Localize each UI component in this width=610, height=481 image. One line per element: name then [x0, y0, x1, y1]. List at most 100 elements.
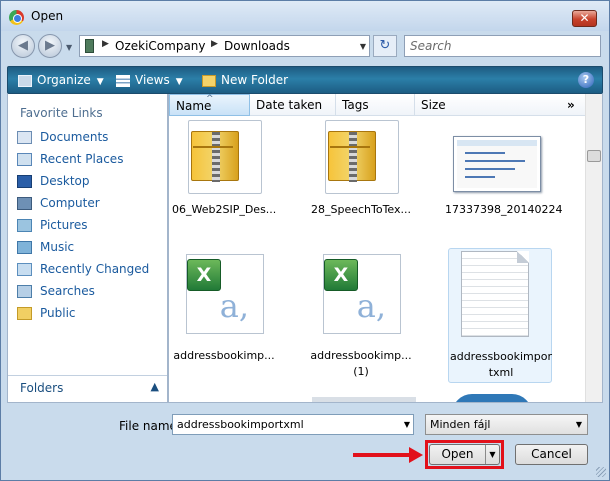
- column-header-name[interactable]: ^ Name: [169, 94, 250, 116]
- sidebar-item-recent-places[interactable]: Recent Places: [16, 150, 164, 170]
- sidebar-item-label: Desktop: [40, 174, 90, 188]
- chevron-down-icon: ▼: [575, 420, 582, 429]
- folder-icon: [85, 39, 94, 53]
- open-button-label[interactable]: Open: [430, 445, 485, 464]
- new-folder-label: New Folder: [221, 73, 289, 87]
- sidebar-item-music[interactable]: Music: [16, 238, 164, 258]
- breadcrumb-separator-icon[interactable]: ▶: [102, 39, 109, 49]
- file-item[interactable]: X a, addressbookimp...: [172, 254, 276, 389]
- address-bar[interactable]: ▶ OzekiCompany ▶ Downloads ▼: [79, 35, 370, 57]
- sidebar-item-label: Pictures: [40, 218, 88, 232]
- pictures-icon: [17, 219, 32, 232]
- chevron-up-icon[interactable]: ▲: [151, 380, 159, 393]
- close-button[interactable]: ✕: [572, 10, 597, 27]
- file-name: 28_SpeechToTex...: [310, 203, 412, 216]
- refresh-button[interactable]: ↻: [373, 35, 397, 57]
- help-button[interactable]: ?: [578, 72, 594, 88]
- new-folder-icon: [202, 74, 216, 87]
- organize-icon: [18, 74, 32, 87]
- vertical-scrollbar[interactable]: [585, 94, 602, 402]
- views-label: Views: [135, 73, 170, 87]
- file-type-select[interactable]: Minden fájl ▼: [425, 414, 588, 435]
- file-name: addressbookimp... (1): [310, 349, 412, 378]
- window-title: Open: [31, 9, 64, 23]
- views-button[interactable]: Views ▼: [116, 67, 183, 93]
- sidebar-item-desktop[interactable]: Desktop: [16, 172, 164, 192]
- chrome-icon: [9, 10, 24, 25]
- command-bar: Organize ▼ Views ▼ New Folder ?: [7, 66, 603, 94]
- file-type-value: Minden fájl: [430, 418, 491, 431]
- back-button[interactable]: ◀: [11, 34, 35, 58]
- breadcrumb-separator-icon[interactable]: ▶: [211, 39, 218, 49]
- column-header-date-taken[interactable]: Date taken: [250, 94, 336, 116]
- sidebar-item-label: Documents: [40, 130, 109, 144]
- sidebar-item-computer[interactable]: Computer: [16, 194, 164, 214]
- computer-icon: [17, 197, 32, 210]
- column-header-tags[interactable]: Tags: [336, 94, 415, 116]
- chevron-down-icon[interactable]: ▼: [404, 420, 410, 429]
- breadcrumb-ozekicompany[interactable]: OzekiCompany: [115, 39, 206, 53]
- folders-toggle-bar[interactable]: Folders ▲: [8, 375, 167, 402]
- file-item[interactable]: 17337398_20140224: [445, 118, 563, 253]
- address-row: ◀ ▶ ▼ ▶ OzekiCompany ▶ Downloads ▼ ↻ Sea…: [1, 31, 609, 61]
- breadcrumb-downloads[interactable]: Downloads: [224, 39, 290, 53]
- file-list: ^ Name Date taken Tags Size » 06_Web2SIP…: [168, 94, 603, 403]
- music-icon: [17, 241, 32, 254]
- text-file-icon: [461, 251, 529, 337]
- new-folder-button[interactable]: New Folder: [202, 67, 288, 93]
- zip-archive-icon: [188, 120, 262, 194]
- history-dropdown-icon[interactable]: ▼: [66, 43, 72, 52]
- file-name: addressbookimp...: [173, 349, 275, 362]
- desktop-icon: [17, 175, 32, 188]
- resize-grip[interactable]: [596, 467, 606, 477]
- scrollbar-thumb[interactable]: [587, 150, 601, 162]
- sidebar-item-searches[interactable]: Searches: [16, 282, 164, 302]
- sidebar-item-pictures[interactable]: Pictures: [16, 216, 164, 236]
- sidebar-item-label: Recently Changed: [40, 262, 150, 276]
- sidebar-item-label: Public: [40, 306, 76, 320]
- navigation-pane: Favorite Links Documents Recent Places D…: [7, 94, 168, 403]
- sidebar-item-recently-changed[interactable]: Recently Changed: [16, 260, 164, 280]
- favorite-links-header: Favorite Links: [20, 106, 103, 120]
- documents-icon: [17, 131, 32, 144]
- open-button[interactable]: Open ▼: [429, 444, 500, 465]
- file-name-input[interactable]: addressbookimportxml ▼: [172, 414, 414, 435]
- image-thumbnail-icon: [453, 136, 541, 192]
- excel-file-icon: X a,: [186, 254, 264, 334]
- sidebar-item-public[interactable]: Public: [16, 304, 164, 324]
- address-dropdown-icon[interactable]: ▼: [360, 42, 366, 51]
- forward-button[interactable]: ▶: [38, 34, 62, 58]
- file-name: 17337398_20140224: [445, 203, 563, 216]
- sidebar-item-documents[interactable]: Documents: [16, 128, 164, 148]
- title-bar: Open ✕: [1, 1, 609, 31]
- sidebar-item-label: Recent Places: [40, 152, 124, 166]
- sidebar-item-label: Searches: [40, 284, 95, 298]
- file-item-selected[interactable]: addressbookimpor txml: [448, 248, 552, 383]
- file-item[interactable]: 28_SpeechToTex...: [309, 118, 413, 253]
- zip-archive-icon: [325, 120, 399, 194]
- open-dialog: Open ✕ ◀ ▶ ▼ ▶ OzekiCompany ▶ Downloads …: [0, 0, 610, 481]
- open-options-dropdown[interactable]: ▼: [485, 445, 499, 464]
- annotation-arrow-head: [409, 447, 423, 463]
- organize-label: Organize: [37, 73, 91, 87]
- file-item-partial[interactable]: [452, 394, 532, 402]
- excel-file-icon: X a,: [323, 254, 401, 334]
- organize-button[interactable]: Organize ▼: [18, 67, 104, 93]
- sidebar-item-label: Computer: [40, 196, 100, 210]
- chevron-down-icon: ▼: [175, 77, 183, 87]
- sort-ascending-icon: ^: [206, 94, 214, 104]
- file-item[interactable]: X a, addressbookimp... (1): [309, 254, 413, 389]
- recently-changed-icon: [17, 263, 32, 276]
- file-name: addressbookimpor txml: [449, 350, 553, 379]
- cancel-button[interactable]: Cancel: [515, 444, 588, 465]
- file-name: 06_Web2SIP_Des...: [172, 203, 277, 216]
- column-header-size[interactable]: Size: [415, 94, 562, 116]
- annotation-arrow: [353, 453, 411, 457]
- views-icon: [116, 74, 130, 87]
- file-item[interactable]: 06_Web2SIP_Des...: [172, 118, 276, 253]
- folders-label: Folders: [20, 381, 64, 395]
- chevron-down-icon: ▼: [96, 77, 104, 87]
- search-input[interactable]: Search: [404, 35, 601, 57]
- file-item-partial[interactable]: [312, 397, 416, 402]
- more-columns-icon[interactable]: »: [567, 94, 575, 116]
